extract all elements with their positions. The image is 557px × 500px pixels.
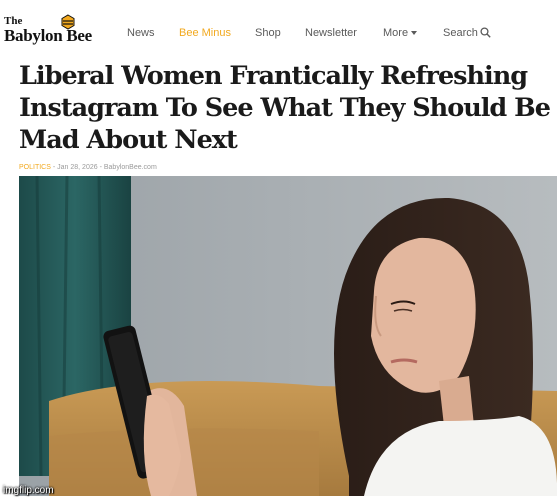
site-logo[interactable]: The Babylon Bee xyxy=(4,14,104,46)
nav-item-label: News xyxy=(127,27,155,39)
nav-item-label: Bee Minus xyxy=(179,27,231,39)
article-source: BabylonBee.com xyxy=(103,164,157,171)
article-meta: POLITICS - Jan 28, 2026 - BabylonBee.com xyxy=(19,164,157,171)
nav-item-label: Newsletter xyxy=(305,27,357,39)
nav-item-news[interactable]: News xyxy=(127,27,155,39)
site-header: The Babylon Bee News Bee Minus Shop News… xyxy=(0,0,557,62)
nav-item-bee-minus[interactable]: Bee Minus xyxy=(179,27,231,39)
nav-item-search[interactable]: Search xyxy=(443,27,491,39)
nav-item-shop[interactable]: Shop xyxy=(255,27,281,39)
logo-name-text: Babylon Bee xyxy=(4,26,92,45)
woman-with-phone-illustration xyxy=(19,176,557,496)
imgflip-watermark: imgflip.com xyxy=(3,485,54,496)
nav-item-more[interactable]: More xyxy=(383,27,418,39)
nav-item-label: Shop xyxy=(255,27,281,39)
article-date: Jan 28, 2026 xyxy=(57,164,98,171)
nav-item-newsletter[interactable]: Newsletter xyxy=(305,27,357,39)
nav-item-label: More xyxy=(383,27,409,39)
article-headline: Liberal Women Frantically Refreshing Ins… xyxy=(19,61,551,155)
caret-down-icon xyxy=(411,31,418,35)
nav-item-label: Search xyxy=(443,27,478,39)
article-hero-image xyxy=(19,176,557,496)
article-category-link[interactable]: POLITICS xyxy=(19,164,51,171)
search-icon xyxy=(480,27,491,38)
